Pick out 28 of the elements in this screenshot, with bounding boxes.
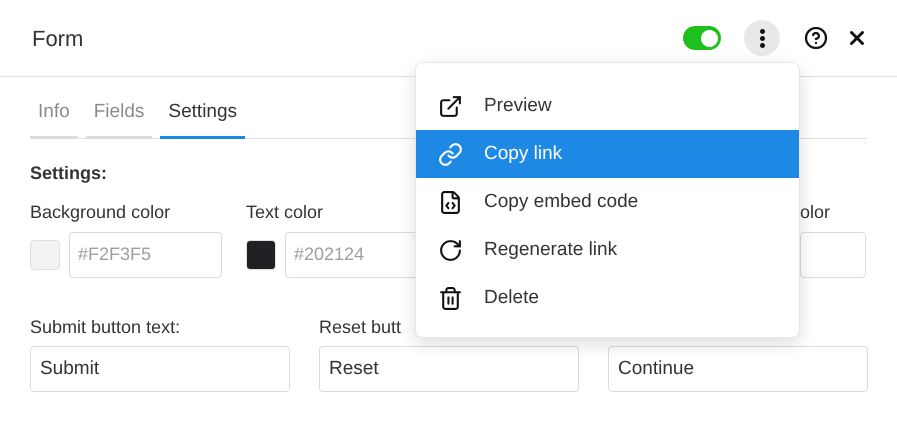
more-icon xyxy=(760,28,764,48)
menu-item[interactable]: Copy embed code xyxy=(416,178,799,226)
section-title: Settings: xyxy=(30,162,108,185)
link-icon xyxy=(438,142,463,166)
field-label: Submit button text: xyxy=(30,316,180,336)
text-field[interactable]: Reset xyxy=(319,346,579,392)
text-field[interactable]: Continue xyxy=(608,346,868,392)
tab[interactable]: Settings xyxy=(160,98,246,138)
field-label: Reset butt xyxy=(319,316,402,336)
trash-icon xyxy=(438,286,463,310)
field-label: olor xyxy=(800,200,830,222)
color-swatch[interactable] xyxy=(246,240,276,270)
form-title: Form xyxy=(32,24,84,52)
toggle-switch[interactable] xyxy=(683,26,721,50)
text-field[interactable]: Submit xyxy=(30,346,290,392)
code-file-icon xyxy=(438,190,463,214)
color-field[interactable] xyxy=(800,232,866,278)
external-link-icon xyxy=(438,94,463,118)
more-button[interactable] xyxy=(744,20,780,56)
help-icon xyxy=(804,26,828,50)
field-label: Background color xyxy=(30,200,170,222)
menu-item[interactable]: Preview xyxy=(416,82,799,130)
field-label: Text color xyxy=(246,200,324,222)
color-swatch[interactable] xyxy=(30,240,60,270)
menu-item[interactable]: Copy link xyxy=(416,130,799,178)
color-field[interactable]: #F2F3F5 xyxy=(69,232,222,278)
refresh-icon xyxy=(438,238,463,262)
help-button[interactable] xyxy=(803,25,829,51)
